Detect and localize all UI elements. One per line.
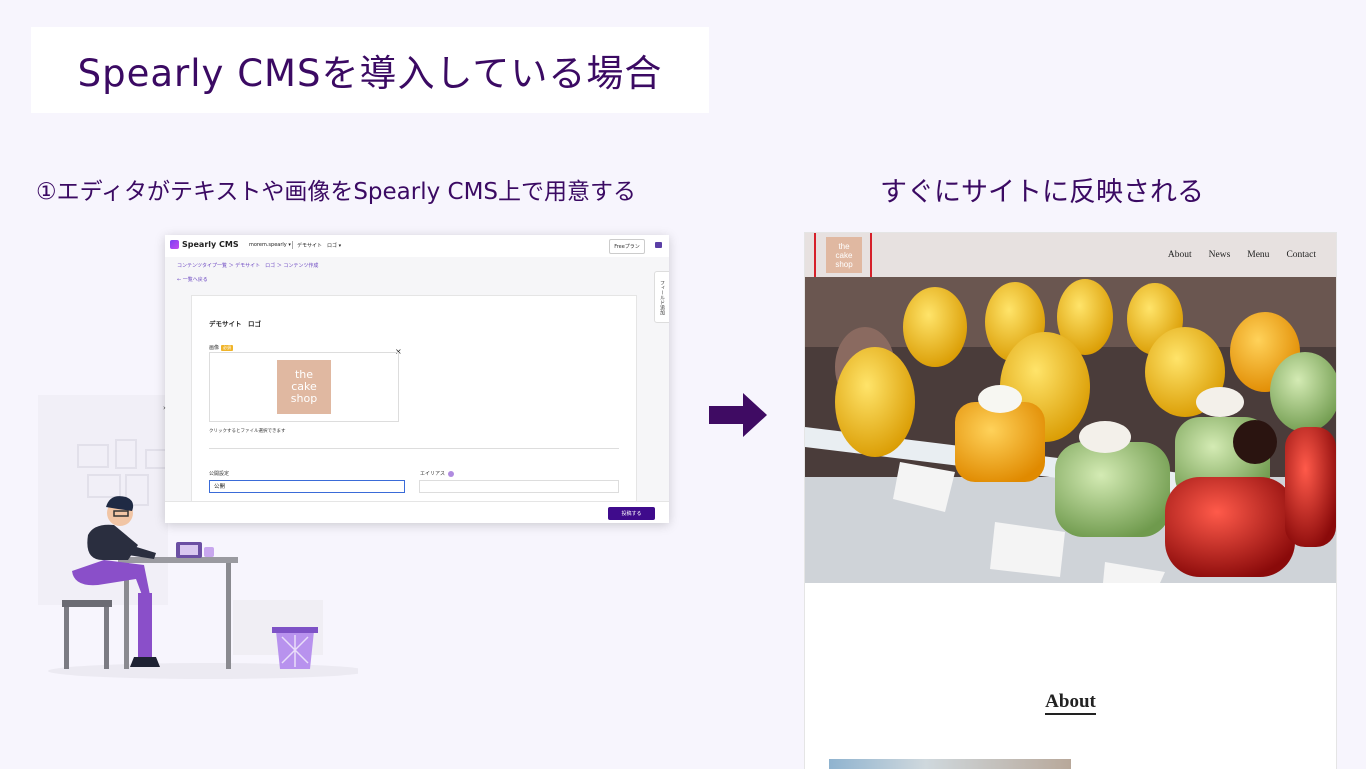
nav-menu[interactable]: Menu	[1247, 250, 1269, 260]
image-dropzone[interactable]: the cake shop	[209, 352, 399, 422]
divider	[209, 448, 619, 449]
about-heading-text: About	[1045, 691, 1096, 715]
image-label-text: 画像	[209, 345, 220, 351]
breadcrumb[interactable]: コンテンツタイプ一覧 ＞ デモサイト ロゴ ＞ コンテンツ作成	[177, 262, 318, 269]
plan-button[interactable]: Freeプラン	[609, 239, 645, 254]
cms-logo-text: Spearly CMS	[182, 240, 239, 249]
cms-logo[interactable]: Spearly CMS	[170, 240, 239, 249]
content-form: デモサイト ロゴ 画像 必須 × the cake shop クリックするとファ…	[191, 295, 637, 507]
upload-hint: クリックするとファイル選択できます	[209, 429, 286, 434]
cms-editor-screenshot: Spearly CMS morem.spearly ▾ デモサイト ロゴ ▾ F…	[165, 235, 669, 523]
spearly-logo-icon	[170, 240, 179, 249]
project-dropdown[interactable]: デモサイト ロゴ ▾	[297, 242, 341, 249]
cms-body: コンテンツタイプ一覧 ＞ デモサイト ロゴ ＞ コンテンツ作成 ← 一覧へ戻る …	[165, 257, 669, 507]
alias-input[interactable]	[419, 480, 619, 493]
cms-top-bar: Spearly CMS morem.spearly ▾ デモサイト ロゴ ▾ F…	[165, 235, 669, 258]
content-type-heading: デモサイト ロゴ	[209, 320, 261, 328]
alias-label: エイリアス	[420, 470, 455, 477]
publish-setting-label: 公開設定	[209, 471, 230, 477]
cake-shop-logo-image: the cake shop	[277, 360, 331, 414]
site-nav: About News Menu Contact	[1168, 250, 1316, 260]
page-title: Spearly CMSを導入している場合	[77, 52, 663, 95]
nav-about[interactable]: About	[1168, 250, 1192, 260]
about-heading: About	[805, 691, 1336, 715]
add-field-tab[interactable]: フィールド追加	[654, 271, 669, 323]
arrow-right-icon	[709, 393, 767, 437]
step-right-caption: すぐにサイトに反映される	[880, 177, 1204, 208]
site-header: the cake shop About News Menu Contact	[805, 233, 1336, 280]
cms-footer: 投稿する	[165, 501, 669, 523]
nav-contact[interactable]: Contact	[1286, 250, 1316, 260]
step-left-caption: ①エディタがテキストや画像をSpearly CMS上で用意する	[36, 179, 637, 205]
help-icon[interactable]	[448, 470, 455, 477]
publish-setting-input[interactable]: 公開	[209, 480, 405, 493]
website-preview: the cake shop About News Menu Contact Ab…	[804, 232, 1337, 769]
image-field-label: 画像 必須	[209, 344, 234, 351]
workspace-dropdown[interactable]: morem.spearly ▾	[249, 242, 291, 248]
logo-highlight-frame	[814, 233, 872, 280]
book-icon[interactable]	[655, 242, 662, 248]
logo-line-3: shop	[290, 392, 318, 405]
required-badge: 必須	[221, 344, 234, 351]
nav-news[interactable]: News	[1209, 250, 1231, 260]
alias-label-text: エイリアス	[420, 471, 446, 477]
back-link[interactable]: ← 一覧へ戻る	[177, 276, 208, 283]
submit-button[interactable]: 投稿する	[608, 507, 655, 520]
hero-cakes-image	[805, 277, 1336, 583]
divider	[292, 241, 293, 249]
page-title-box: Spearly CMSを導入している場合	[31, 27, 709, 113]
collapse-chevron-icon[interactable]: ›	[163, 404, 166, 412]
